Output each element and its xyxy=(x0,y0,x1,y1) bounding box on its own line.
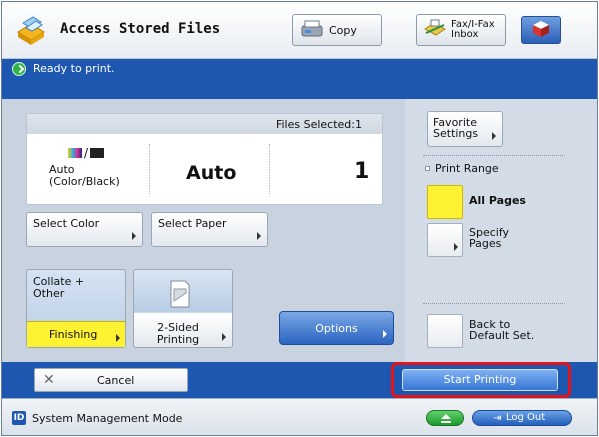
fax-inbox-label: Fax/I-Fax Inbox xyxy=(451,20,495,40)
copy-button[interactable]: Copy xyxy=(292,14,382,46)
favorite-settings-label: Favorite Settings xyxy=(433,117,478,139)
print-range-label: Print Range xyxy=(435,162,499,175)
collate-finishing-button[interactable]: Collate + Other Finishing xyxy=(26,269,126,348)
screen-frame: Access Stored Files Copy Fax/I-Fax Inbox… xyxy=(1,1,598,436)
settings-panel: Files Selected:1 / Auto (Color/Black) Au… xyxy=(2,99,405,362)
favorite-settings-button[interactable]: Favorite Settings xyxy=(427,111,503,147)
fax-label-line2: Inbox xyxy=(451,29,479,40)
favorite-line2: Settings xyxy=(433,127,479,140)
chevron-right-icon xyxy=(454,243,458,251)
stored-files-icon xyxy=(14,12,48,46)
collate-line2: Other xyxy=(33,287,65,300)
all-pages-label: All Pages xyxy=(469,194,526,207)
options-button[interactable]: Options xyxy=(279,311,394,345)
specify-pages-label: Specify Pages xyxy=(469,227,509,249)
status-bar: Ready to print. xyxy=(2,59,597,79)
color-black-icon: / xyxy=(68,146,105,160)
chevron-right-icon xyxy=(222,333,226,341)
main-menu-icon xyxy=(532,20,550,41)
header-bar: Access Stored Files Copy Fax/I-Fax Inbox xyxy=(2,2,597,59)
print-range-heading: Print Range xyxy=(425,162,499,175)
fax-inbox-button[interactable]: Fax/I-Fax Inbox xyxy=(416,14,506,46)
cancel-button[interactable]: ✕ Cancel xyxy=(34,368,188,392)
chevron-right-icon xyxy=(132,232,136,240)
summary-header: Files Selected:1 xyxy=(27,114,382,134)
copy-label: Copy xyxy=(329,23,357,37)
close-icon: ✕ xyxy=(43,372,55,388)
paper-value: Auto xyxy=(186,162,237,184)
color-mode-line2: (Color/Black) xyxy=(49,175,120,188)
id-badge-icon: ID xyxy=(12,411,26,425)
status-message: Ready to print. xyxy=(33,62,115,75)
section-divider xyxy=(423,155,565,156)
two-sided-line2: Printing xyxy=(156,333,200,346)
finishing-tab[interactable]: Finishing xyxy=(27,321,125,347)
all-pages-option[interactable] xyxy=(427,185,463,219)
status-band xyxy=(2,79,597,99)
log-out-icon: ⇥ xyxy=(493,413,502,424)
app-title: Access Stored Files xyxy=(60,21,221,37)
eject-bar-icon xyxy=(441,421,451,423)
select-paper-button[interactable]: Select Paper xyxy=(151,212,268,247)
print-range-panel: Favorite Settings Print Range All Pages … xyxy=(405,99,597,362)
copier-icon xyxy=(301,20,323,41)
fax-inbox-icon xyxy=(423,19,447,42)
chevron-right-icon xyxy=(383,330,387,338)
back-line2: Default Set. xyxy=(469,329,535,342)
section-divider xyxy=(423,303,565,304)
footer-bar: ID System Management Mode ⇥ Log Out xyxy=(2,398,597,435)
two-sided-page-icon xyxy=(168,279,192,312)
black-swatch-icon xyxy=(90,148,105,158)
bullet-icon xyxy=(425,166,430,171)
select-color-button[interactable]: Select Color xyxy=(26,212,143,247)
system-management-mode-label: System Management Mode xyxy=(32,412,183,425)
summary-divider xyxy=(149,144,150,194)
back-to-default-label: Back to Default Set. xyxy=(469,319,534,341)
chevron-right-icon xyxy=(257,232,261,240)
color-mode-value: Auto (Color/Black) xyxy=(49,164,120,188)
eject-button[interactable] xyxy=(426,410,464,426)
chevron-right-icon xyxy=(492,132,496,140)
two-sided-label: 2-Sided Printing xyxy=(148,322,208,346)
specify-pages-option[interactable] xyxy=(427,223,463,257)
log-out-button[interactable]: ⇥ Log Out xyxy=(472,410,572,426)
chevron-right-icon xyxy=(116,334,120,342)
ready-status-icon xyxy=(12,62,26,76)
collate-label: Collate + Other xyxy=(33,276,84,300)
back-to-default-button[interactable] xyxy=(427,314,463,348)
files-selected-count: Files Selected:1 xyxy=(275,118,362,131)
color-swatch-icon xyxy=(68,148,82,158)
copies-value: 1 xyxy=(354,159,370,184)
select-color-label: Select Color xyxy=(33,217,100,230)
finishing-label: Finishing xyxy=(49,328,98,341)
main-menu-button[interactable] xyxy=(521,16,561,44)
options-label: Options xyxy=(315,322,358,335)
slash-glyph: / xyxy=(84,146,89,160)
action-bar: ✕ Cancel Start Printing xyxy=(2,362,597,398)
start-printing-button[interactable]: Start Printing xyxy=(402,369,558,391)
specify-line2: Pages xyxy=(469,237,502,250)
log-out-label: Log Out xyxy=(506,412,546,423)
two-sided-printing-button[interactable]: 2-Sided Printing xyxy=(133,269,233,348)
eject-icon xyxy=(441,414,451,419)
summary-divider xyxy=(269,144,270,194)
settings-summary: Files Selected:1 / Auto (Color/Black) Au… xyxy=(26,113,383,205)
cancel-label: Cancel xyxy=(97,374,135,387)
select-paper-label: Select Paper xyxy=(158,217,227,230)
